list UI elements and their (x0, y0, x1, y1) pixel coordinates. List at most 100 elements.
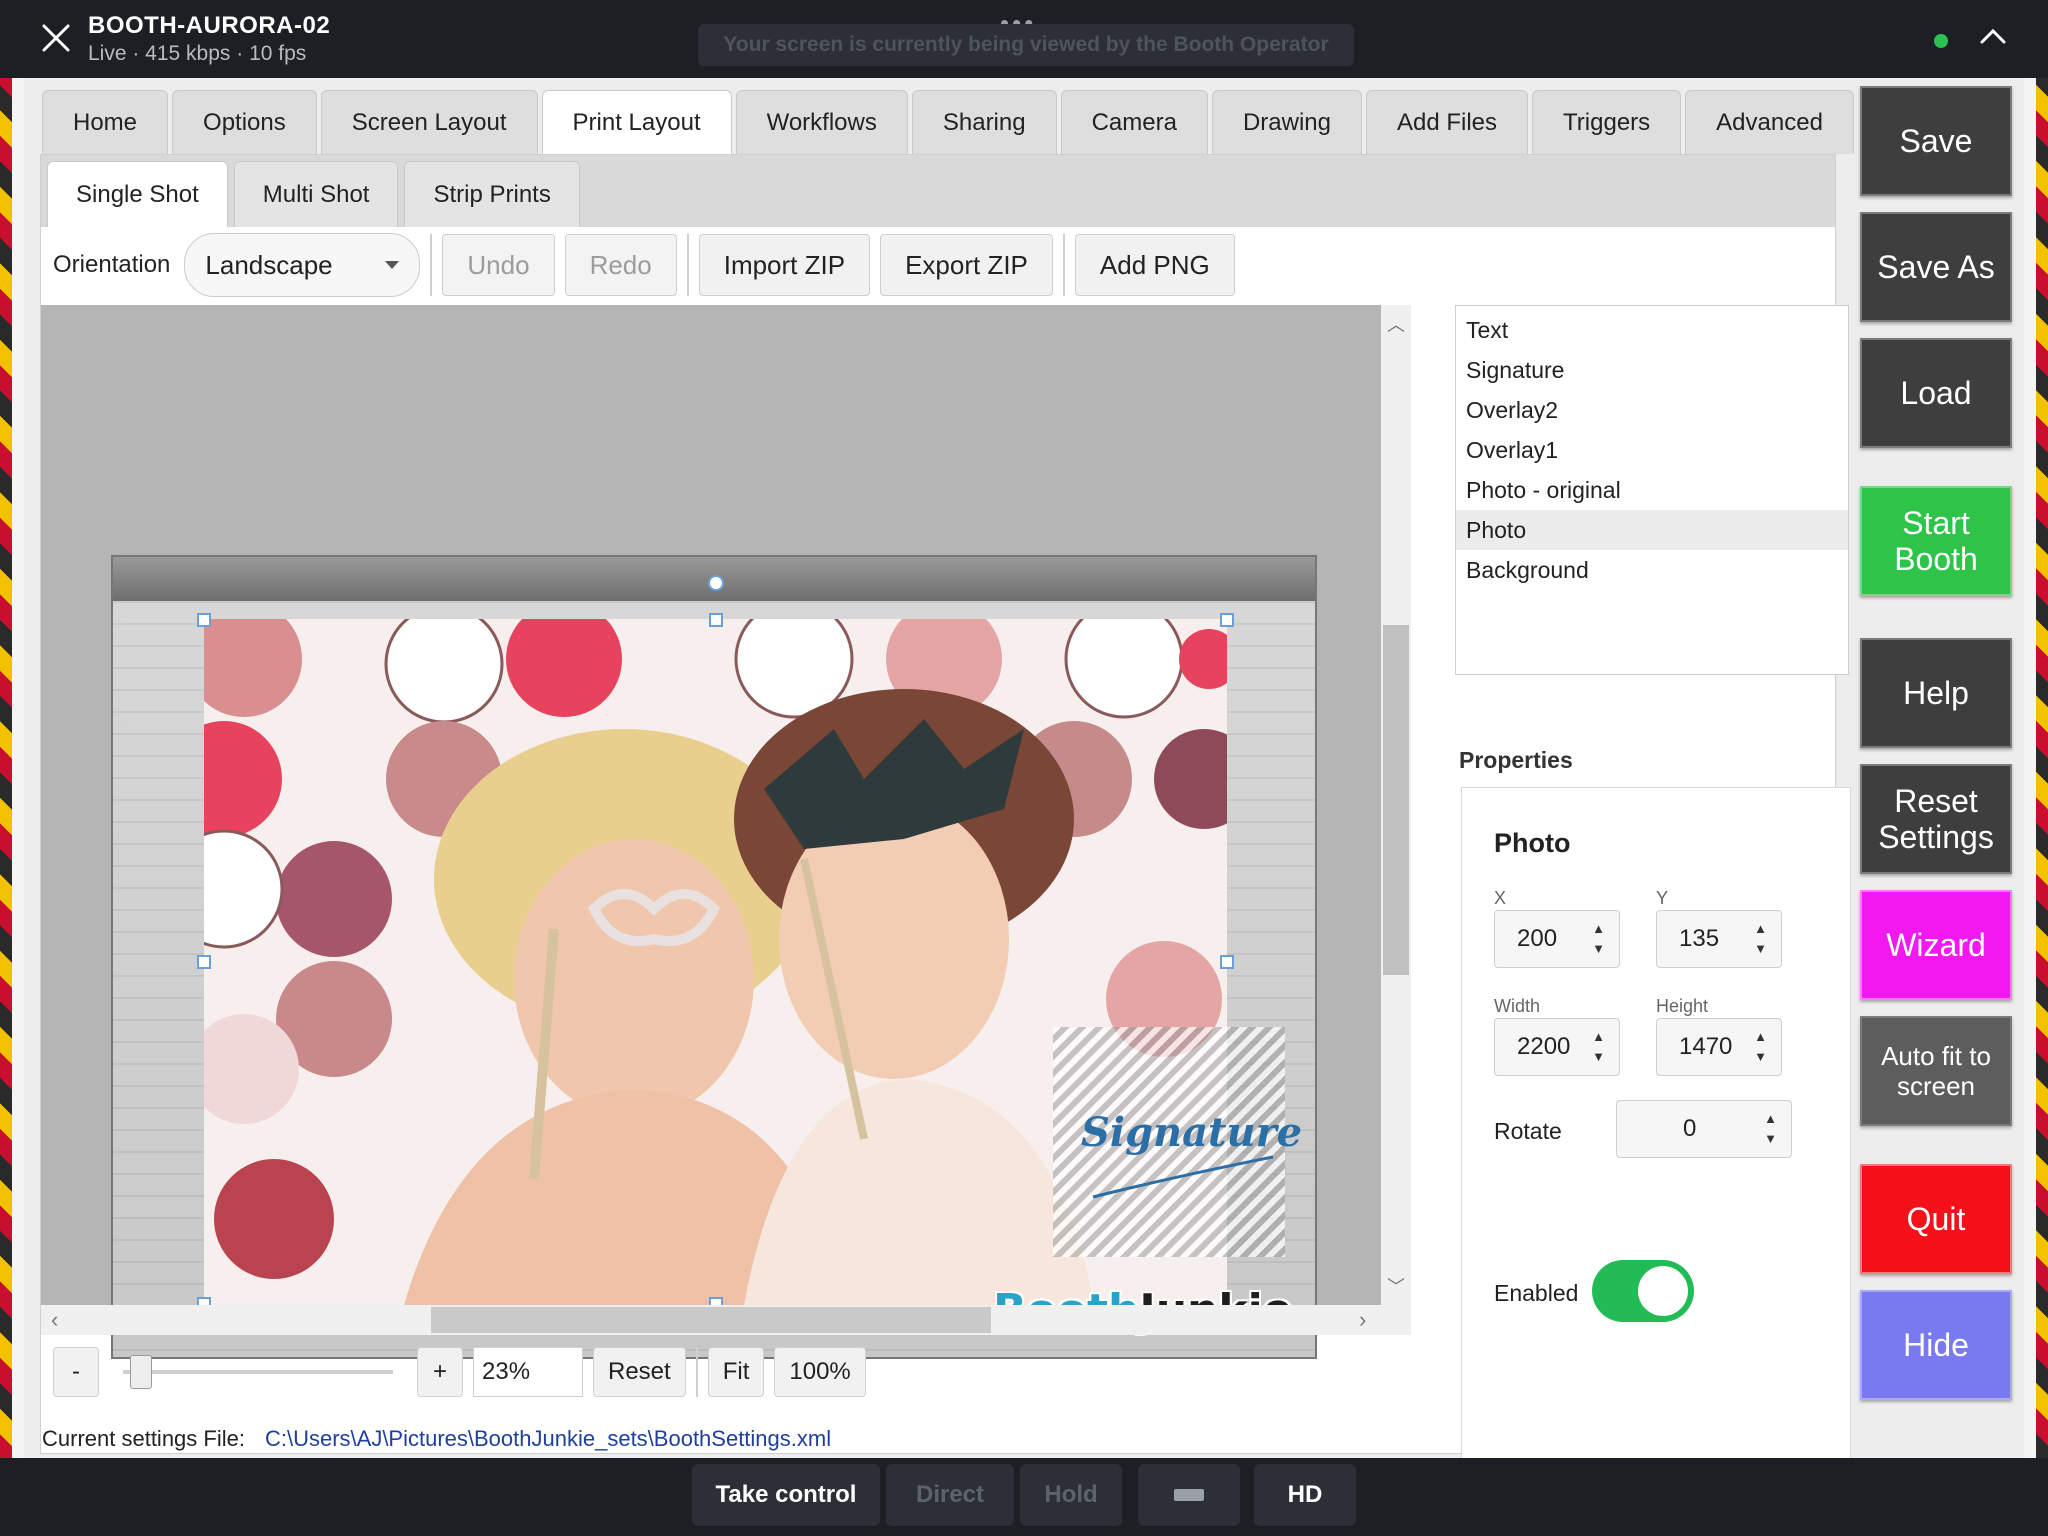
tab-sharing[interactable]: Sharing (911, 90, 1057, 154)
help-button[interactable]: Help (1860, 638, 2012, 748)
scroll-up-icon[interactable]: ︿ (1381, 311, 1411, 337)
reset-settings-button[interactable]: Reset Settings (1860, 764, 2012, 874)
add-png-button[interactable]: Add PNG (1074, 234, 1235, 296)
viewing-banner: Your screen is currently being viewed by… (698, 24, 1354, 66)
selection-handle[interactable] (197, 613, 211, 627)
y-input[interactable]: 135 ▲ ▼ (1656, 910, 1782, 968)
print-layout-panel: Single Shot Multi Shot Strip Prints Orie… (40, 154, 1851, 1477)
tab-camera[interactable]: Camera (1060, 90, 1208, 154)
rotate-handle[interactable] (708, 575, 724, 591)
layer-item-background[interactable]: Background (1456, 550, 1848, 590)
save-as-button[interactable]: Save As (1860, 212, 2012, 322)
hide-button[interactable]: Hide (1860, 1290, 2012, 1400)
orientation-dropdown[interactable]: Landscape (184, 233, 421, 297)
zoom-fit-button[interactable]: Fit (707, 1347, 765, 1397)
subtab-multi-shot[interactable]: Multi Shot (233, 161, 399, 227)
booth-app: Home Options Screen Layout Print Layout … (24, 78, 2024, 1477)
spinner-arrows-icon[interactable]: ▲ ▼ (1764, 1109, 1777, 1149)
canvas-vertical-scrollbar[interactable]: ︿ ﹀ (1381, 305, 1411, 1305)
spinner-arrows-icon[interactable]: ▲ ▼ (1754, 1027, 1767, 1067)
signature-underline (1092, 1155, 1274, 1199)
zoom-value-field[interactable]: 23% (473, 1347, 583, 1397)
chevron-up-icon[interactable] (1976, 20, 2010, 54)
hold-button[interactable]: Hold (1020, 1464, 1122, 1526)
import-zip-button[interactable]: Import ZIP (698, 234, 871, 296)
tab-workflows[interactable]: Workflows (735, 90, 908, 154)
height-input[interactable]: 1470 ▲ ▼ (1656, 1018, 1782, 1076)
enabled-label: Enabled (1494, 1280, 1579, 1306)
x-label: X (1494, 888, 1507, 908)
canvas-horizontal-scrollbar[interactable]: ‹ › (41, 1305, 1411, 1335)
zoom-slider[interactable] (123, 1347, 393, 1397)
layer-item-photo-original[interactable]: Photo - original (1456, 470, 1848, 510)
zoom-100-button[interactable]: 100% (774, 1347, 866, 1397)
redo-button[interactable]: Redo (564, 234, 677, 296)
x-input[interactable]: 200 ▲ ▼ (1494, 910, 1620, 968)
x-value: 200 (1517, 925, 1558, 952)
spinner-arrows-icon[interactable]: ▲ ▼ (1592, 1027, 1605, 1067)
settings-file-label: Current settings File: (42, 1426, 245, 1451)
layer-item-signature[interactable]: Signature (1456, 350, 1848, 390)
layout-toolbar: Orientation Landscape Undo Redo Import Z… (41, 227, 1835, 303)
tab-screen-layout[interactable]: Screen Layout (320, 90, 538, 154)
save-button[interactable]: Save (1860, 86, 2012, 196)
tab-print-layout[interactable]: Print Layout (541, 90, 732, 154)
selection-handle[interactable] (1220, 613, 1234, 627)
signature-overlay[interactable]: Signature (1053, 1027, 1302, 1257)
tab-drawing[interactable]: Drawing (1211, 90, 1362, 154)
zoom-slider-knob[interactable] (130, 1355, 152, 1389)
enabled-toggle[interactable] (1592, 1260, 1694, 1322)
close-icon[interactable] (40, 22, 72, 54)
settings-file-path: C:\Users\AJ\Pictures\BoothJunkie_sets\Bo… (264, 1426, 832, 1451)
selection-handle[interactable] (197, 955, 211, 969)
y-value: 135 (1679, 925, 1720, 952)
zoom-divider (695, 1347, 698, 1397)
load-button[interactable]: Load (1860, 338, 2012, 448)
undo-button[interactable]: Undo (442, 234, 555, 296)
rotate-input[interactable]: 0 ▲ ▼ (1616, 1100, 1792, 1158)
spinner-arrows-icon[interactable]: ▲ ▼ (1592, 919, 1605, 959)
tab-add-files[interactable]: Add Files (1365, 90, 1529, 154)
layer-item-overlay2[interactable]: Overlay2 (1456, 390, 1848, 430)
keyboard-button[interactable] (1138, 1464, 1240, 1526)
layer-item-photo[interactable]: Photo (1456, 510, 1848, 550)
orientation-value: Landscape (205, 249, 333, 280)
scroll-thumb[interactable] (431, 1307, 991, 1333)
zoom-in-button[interactable]: + (417, 1347, 463, 1397)
scroll-down-icon[interactable]: ﹀ (1381, 1273, 1411, 1299)
subtab-strip-prints[interactable]: Strip Prints (404, 161, 580, 227)
hd-button[interactable]: HD (1254, 1464, 1356, 1526)
print-page[interactable]: Signature BoothJunkie (111, 555, 1317, 1359)
subtab-single-shot[interactable]: Single Shot (47, 161, 228, 227)
auto-fit-button[interactable]: Auto fit to screen (1860, 1016, 2012, 1126)
zoom-out-button[interactable]: - (53, 1347, 99, 1397)
toolbar-divider (430, 234, 433, 296)
selection-handle[interactable] (709, 613, 723, 627)
selection-handle[interactable] (1220, 955, 1234, 969)
layout-canvas[interactable]: Signature BoothJunkie (41, 305, 1381, 1359)
scroll-right-icon[interactable]: › (1359, 1307, 1366, 1333)
tab-home[interactable]: Home (42, 90, 169, 154)
session-name: BOOTH-AURORA-02 (88, 12, 331, 39)
wizard-button[interactable]: Wizard (1860, 890, 2012, 1000)
tab-triggers[interactable]: Triggers (1532, 90, 1682, 154)
start-booth-button[interactable]: Start Booth (1860, 486, 2012, 596)
scroll-left-icon[interactable]: ‹ (51, 1307, 58, 1333)
toolbar-divider (1062, 234, 1065, 296)
scroll-thumb[interactable] (1383, 625, 1409, 975)
zoom-reset-button[interactable]: Reset (593, 1347, 686, 1397)
take-control-button[interactable]: Take control (692, 1464, 880, 1526)
layer-item-overlay1[interactable]: Overlay1 (1456, 430, 1848, 470)
layer-item-text[interactable]: Text (1456, 310, 1848, 350)
properties-title: Photo (1494, 828, 1571, 858)
export-zip-button[interactable]: Export ZIP (880, 234, 1053, 296)
spinner-arrows-icon[interactable]: ▲ ▼ (1754, 919, 1767, 959)
tab-advanced[interactable]: Advanced (1685, 90, 1854, 154)
caret-down-icon (385, 261, 400, 269)
tab-options[interactable]: Options (172, 90, 317, 154)
orientation-label: Orientation (53, 251, 171, 278)
quit-button[interactable]: Quit (1860, 1164, 2012, 1274)
status-bar: Current settings File: C:\Users\AJ\Pictur… (42, 1426, 831, 1452)
direct-button[interactable]: Direct (886, 1464, 1014, 1526)
width-input[interactable]: 2200 ▲ ▼ (1494, 1018, 1620, 1076)
